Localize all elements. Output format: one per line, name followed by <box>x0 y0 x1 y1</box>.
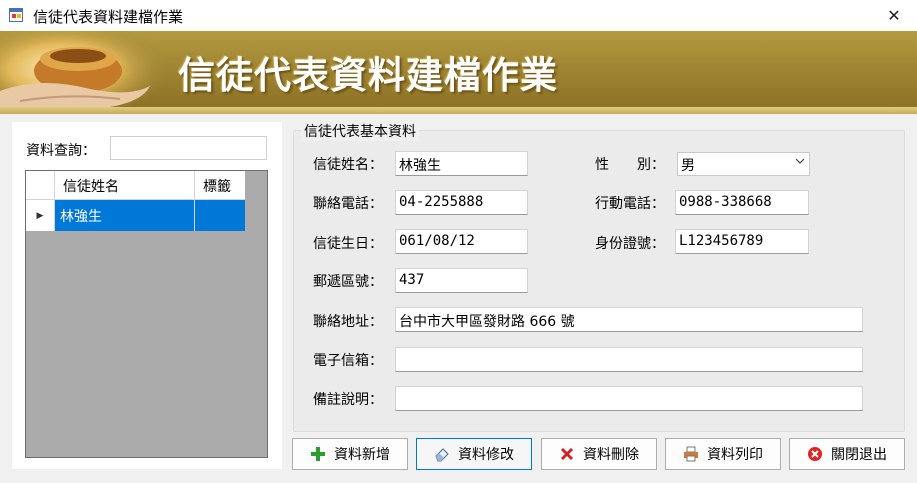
id-number-field[interactable]: L123456789 <box>675 229 809 254</box>
table-row-cell-tag[interactable] <box>195 200 245 231</box>
note-label: 備註說明： <box>313 392 383 408</box>
email-field[interactable] <box>395 347 863 372</box>
phone-field[interactable]: 04-2255888 <box>395 190 528 215</box>
gender-select-value: 男 <box>681 158 695 174</box>
banner-title: 信徒代表資料建檔作業 <box>178 53 558 97</box>
close-exit-button[interactable]: 關閉退出 <box>789 438 905 470</box>
add-record-label: 資料新增 <box>334 447 390 463</box>
close-exit-label: 關閉退出 <box>831 447 887 463</box>
chevron-down-icon[interactable] <box>795 156 805 169</box>
column-header-name[interactable]: 信徒姓名 <box>55 171 195 200</box>
birthday-field[interactable]: 061/08/12 <box>395 229 528 254</box>
gender-select[interactable] <box>677 152 810 176</box>
print-record-button[interactable]: 資料列印 <box>665 438 781 470</box>
plus-icon <box>311 447 325 461</box>
printer-icon <box>684 446 698 462</box>
search-label: 資料查詢： <box>26 143 96 159</box>
column-header-tag[interactable]: 標籤 <box>195 171 245 200</box>
zip-label: 郵遞區號： <box>313 274 383 290</box>
eraser-icon <box>435 448 449 462</box>
header-banner: 信徒代表資料建檔作業 <box>0 31 917 114</box>
close-icon: ✕ <box>887 6 901 25</box>
member-data-grid[interactable]: 信徒姓名 標籤 ▶ 林強生 <box>25 170 268 458</box>
window-title: 信徒代表資料建檔作業 <box>33 8 184 26</box>
banner-offering-art <box>0 31 180 114</box>
name-field[interactable]: 林強生 <box>395 151 528 176</box>
zip-field[interactable]: 437 <box>395 268 528 293</box>
note-field[interactable] <box>395 386 863 411</box>
name-label: 信徒姓名： <box>313 157 383 173</box>
edit-record-button[interactable]: 資料修改 <box>416 438 532 470</box>
row-indicator-arrow-icon[interactable]: ▶ <box>26 200 55 231</box>
email-label: 電子信箱： <box>313 353 383 369</box>
birthday-label: 信徒生日： <box>313 236 383 252</box>
exit-circle-x-icon <box>808 447 822 461</box>
grid-corner-header <box>26 171 55 200</box>
delete-record-label: 資料刪除 <box>583 447 639 463</box>
add-record-button[interactable]: 資料新增 <box>292 438 408 470</box>
window-close-button[interactable]: ✕ <box>871 0 917 31</box>
id-number-label: 身份證號： <box>595 236 665 252</box>
mobile-field[interactable]: 0988-338668 <box>675 190 809 215</box>
phone-label: 聯絡電話： <box>313 196 383 212</box>
banner-stripe <box>0 107 917 114</box>
mobile-label: 行動電話： <box>595 196 665 212</box>
print-record-label: 資料列印 <box>707 447 763 463</box>
delete-record-button[interactable]: 資料刪除 <box>541 438 657 470</box>
app-window-icon <box>9 8 23 22</box>
address-field[interactable]: 台中市大甲區發財路 666 號 <box>395 307 863 332</box>
address-label: 聯絡地址： <box>313 314 383 330</box>
delete-x-icon <box>561 448 573 460</box>
edit-record-label: 資料修改 <box>458 447 514 463</box>
gender-label: 性 別： <box>595 157 665 173</box>
search-input[interactable] <box>110 136 267 160</box>
group-title: 信徒代表基本資料 <box>301 121 419 141</box>
table-row-cell-name[interactable]: 林強生 <box>55 200 195 231</box>
